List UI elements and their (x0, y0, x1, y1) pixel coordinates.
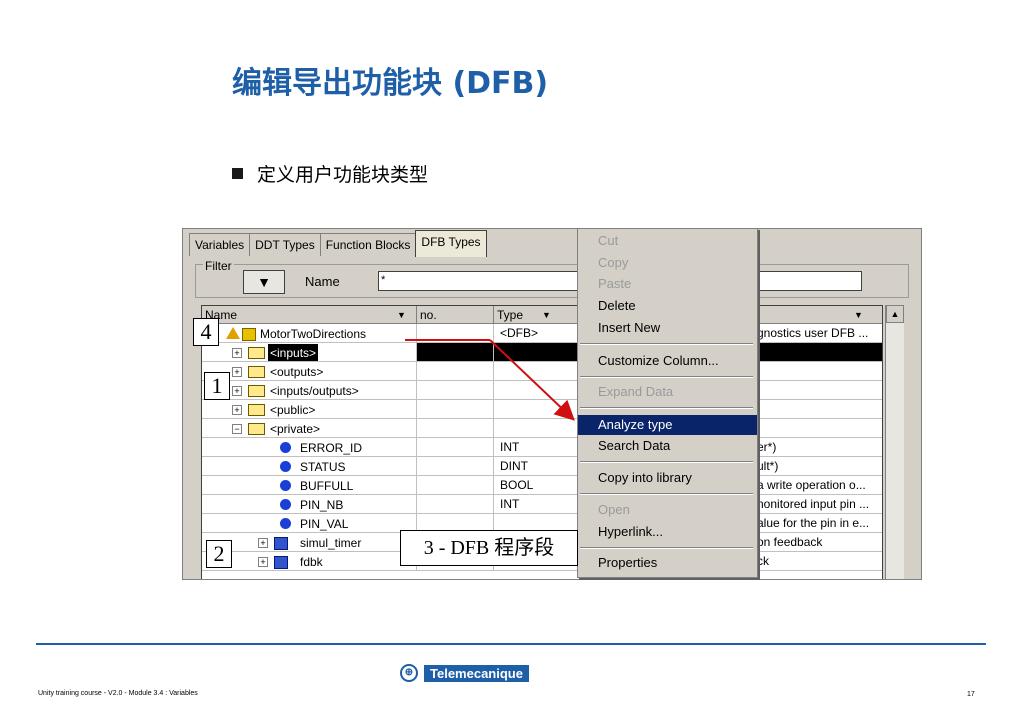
table-row[interactable]: + <outputs> (202, 362, 882, 381)
tab-dfb-types[interactable]: DFB Types (415, 230, 487, 257)
table-row[interactable]: + <public> (202, 400, 882, 419)
menu-item-insert-new[interactable]: Insert New (578, 318, 757, 338)
table-row[interactable]: − <private> (202, 419, 882, 438)
column-header-no[interactable]: no. (417, 306, 494, 324)
expand-icon[interactable]: + (258, 538, 268, 548)
menu-separator (580, 493, 753, 495)
menu-separator (580, 407, 753, 409)
menu-separator (580, 343, 753, 345)
footer-divider (36, 643, 986, 645)
page-number: 17 (967, 691, 975, 698)
collapse-icon[interactable]: − (232, 424, 242, 434)
menu-item-hyperlink[interactable]: Hyperlink... (578, 522, 757, 542)
context-menu: Cut Copy Paste Delete Insert New Customi… (577, 228, 758, 578)
menu-item-delete[interactable]: Delete (578, 296, 757, 316)
brand-logo: ⊕ Telemecanique (400, 664, 529, 682)
table-row[interactable]: STATUS DINT ult*) (202, 457, 882, 476)
folder-icon (248, 366, 265, 378)
table-row[interactable]: ERROR_ID INT er*) (202, 438, 882, 457)
name-filter-label: Name (305, 274, 340, 289)
slide-title: 编辑导出功能块 (DFB) (232, 66, 549, 101)
annotation-3: 3 - DFB 程序段 (400, 530, 578, 566)
menu-item-copy[interactable]: Copy (578, 253, 757, 273)
telemecanique-logo-icon: ⊕ (400, 664, 418, 682)
scroll-up-icon[interactable]: ▲ (886, 305, 904, 323)
variable-icon (280, 480, 291, 491)
vertical-scrollbar[interactable]: ▲ (885, 305, 904, 579)
name-filter-input[interactable]: * (378, 271, 582, 291)
function-block-icon (274, 556, 288, 569)
table-row[interactable]: MotorTwoDirections <DFB> gnostics user D… (202, 324, 882, 343)
variable-icon (280, 442, 291, 453)
column-header-type[interactable]: Type ▼ (494, 306, 584, 324)
column-header-name[interactable]: Name ▼ (202, 306, 417, 324)
data-editor-window: Variables DDT Types Function Blocks DFB … (182, 228, 922, 580)
dropdown-arrow-icon: ▼ (542, 310, 551, 320)
menu-item-paste[interactable]: Paste (578, 274, 757, 294)
bullet-text: 定义用户功能块类型 (257, 164, 429, 186)
menu-item-copy-into-library[interactable]: Copy into library (578, 468, 757, 488)
menu-separator (580, 461, 753, 463)
dropdown-arrow-icon: ▼ (854, 310, 863, 320)
table-row[interactable]: + <inputs/outputs> (202, 381, 882, 400)
annotation-1: 1 (204, 372, 230, 400)
expand-icon[interactable]: + (258, 557, 268, 567)
table-row[interactable]: BUFFULL BOOL a write operation o... (202, 476, 882, 495)
tab-variables[interactable]: Variables (189, 233, 251, 256)
expand-icon[interactable]: + (232, 348, 242, 358)
bullet-item: 定义用户功能块类型 (232, 160, 428, 187)
menu-item-expand-data[interactable]: Expand Data (578, 382, 757, 402)
open-folder-icon (248, 423, 265, 435)
menu-item-analyze-type[interactable]: Analyze type (578, 415, 757, 435)
menu-item-customize-column[interactable]: Customize Column... (578, 351, 757, 371)
menu-item-cut[interactable]: Cut (578, 231, 757, 251)
variable-icon (280, 461, 291, 472)
table-row[interactable]: + <inputs> (202, 343, 882, 362)
menu-separator (580, 547, 753, 549)
footer-course: Unity training course - V2.0 - Module 3.… (38, 690, 198, 697)
tab-bar: Variables DDT Types Function Blocks DFB … (189, 230, 487, 257)
annotation-2: 2 (206, 540, 232, 568)
warning-icon (226, 327, 240, 339)
function-block-icon (274, 537, 288, 550)
variable-icon (280, 518, 291, 529)
menu-item-properties[interactable]: Properties (578, 553, 757, 573)
folder-icon (248, 347, 265, 359)
folder-icon (248, 404, 265, 416)
tab-ddt-types[interactable]: DDT Types (249, 233, 321, 256)
brand-name: Telemecanique (424, 664, 529, 682)
filter-funnel-button[interactable]: ▼ (243, 270, 285, 294)
menu-separator (580, 376, 753, 378)
annotation-4: 4 (193, 318, 219, 346)
menu-item-open[interactable]: Open (578, 500, 757, 520)
variable-icon (280, 499, 291, 510)
folder-icon (248, 385, 265, 397)
expand-icon[interactable]: + (232, 405, 242, 415)
expand-icon[interactable]: + (232, 386, 242, 396)
table-row[interactable]: PIN_NB INT nonitored input pin ... (202, 495, 882, 514)
expand-icon[interactable]: + (232, 367, 242, 377)
filter-input-secondary[interactable] (758, 271, 862, 291)
bullet-square-icon (232, 168, 243, 179)
dropdown-arrow-icon: ▼ (397, 310, 406, 320)
menu-item-search-data[interactable]: Search Data (578, 436, 757, 456)
filter-label: Filter (203, 259, 234, 273)
dfb-icon (242, 328, 256, 341)
column-header-comment[interactable]: ▼ (754, 306, 882, 324)
funnel-icon: ▼ (257, 274, 271, 290)
tab-function-blocks[interactable]: Function Blocks (319, 233, 417, 256)
